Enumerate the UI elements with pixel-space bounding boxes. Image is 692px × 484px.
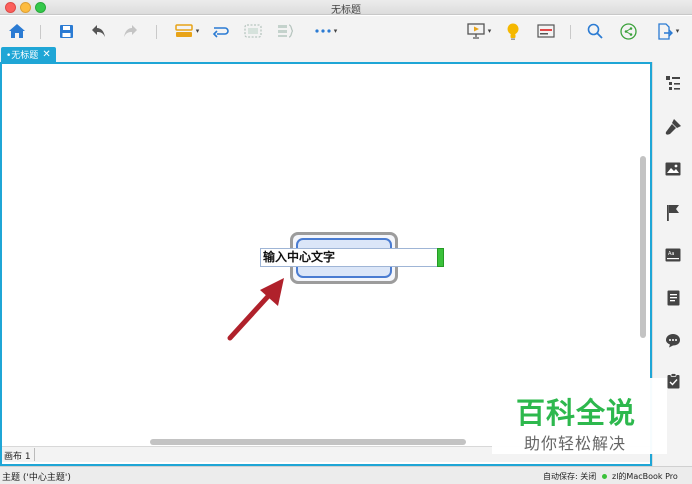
insert-topic-icon[interactable]: ▾ — [170, 20, 204, 42]
close-icon[interactable]: ✕ — [42, 49, 50, 60]
watermark: 百科全说 助你轻松解决 — [492, 378, 667, 454]
watermark-subtitle: 助你轻松解决 — [524, 434, 627, 453]
watermark-title: 百科全说 — [516, 396, 637, 430]
title-bar: 无标题 — [0, 0, 692, 16]
toolbar: ▾ ▾ ▾ ▾ — [0, 16, 692, 46]
vertical-scrollbar[interactable] — [640, 156, 646, 338]
text-edit-resize-handle[interactable] — [437, 248, 444, 267]
tab-label: •无标题 — [6, 51, 39, 61]
format-brush-icon[interactable] — [664, 118, 682, 136]
document-tab-strip: •无标题 ✕ — [0, 46, 692, 62]
share-icon[interactable] — [617, 20, 639, 42]
presentation-icon[interactable]: ▾ — [462, 20, 496, 42]
save-icon[interactable] — [56, 20, 76, 42]
outline-icon[interactable] — [535, 20, 557, 42]
outline-panel-icon[interactable] — [664, 74, 682, 92]
flag-icon[interactable] — [664, 203, 682, 221]
search-icon[interactable] — [584, 20, 606, 42]
label-icon[interactable]: Aa — [664, 246, 682, 264]
sheet-divider — [34, 448, 35, 461]
central-topic-text-input[interactable]: 输入中心文字 — [260, 248, 444, 267]
window-title: 无标题 — [331, 5, 361, 16]
selected-topic-status: 主题 ('中心主题') — [2, 473, 71, 483]
undo-icon[interactable] — [88, 20, 108, 42]
image-icon[interactable] — [664, 160, 682, 178]
tab-untitled[interactable]: •无标题 ✕ — [1, 47, 56, 62]
annotation-arrow — [227, 278, 284, 341]
toolbar-separator — [40, 25, 41, 39]
autosave-status[interactable]: 自动保存: 关闭 — [543, 471, 596, 482]
relationship-icon[interactable] — [210, 20, 232, 42]
redo-icon[interactable] — [120, 20, 140, 42]
horizontal-scrollbar[interactable] — [150, 439, 466, 445]
export-icon[interactable]: ▾ — [651, 20, 685, 42]
svg-text:Aa: Aa — [668, 251, 674, 257]
device-name: zl的MacBook Pro — [612, 472, 678, 481]
toolbar-separator — [570, 25, 571, 39]
toolbar-separator — [156, 25, 157, 39]
comment-icon[interactable] — [664, 331, 682, 349]
boundary-icon[interactable] — [242, 20, 264, 42]
more-icon[interactable]: ▾ — [308, 20, 344, 42]
idea-icon[interactable] — [503, 20, 523, 42]
home-icon[interactable] — [6, 20, 28, 42]
sheet-tab[interactable]: 画布 1 — [4, 449, 31, 462]
notes-icon[interactable] — [664, 289, 682, 307]
summary-icon[interactable] — [275, 20, 297, 42]
online-status-icon — [602, 474, 607, 479]
status-bar: 主题 ('中心主题') 自动保存: 关闭 zl的MacBook Pro — [0, 466, 692, 484]
